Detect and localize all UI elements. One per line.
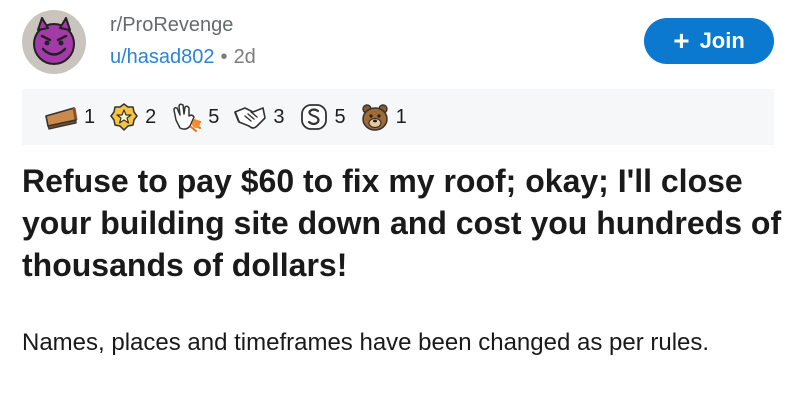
join-button[interactable]: + Join	[644, 18, 774, 64]
award-money-bag[interactable]: 5	[299, 102, 346, 132]
award-bear[interactable]: 1	[360, 102, 407, 132]
star-badge-icon	[110, 103, 138, 131]
post-meta: r/ProRevenge u/hasad802 • 2d	[110, 13, 256, 69]
pie-slice-icon	[45, 107, 78, 130]
award-star-badge[interactable]: 2	[109, 102, 156, 132]
post-age: 2d	[233, 46, 256, 68]
awards-bar[interactable]: 1 2 5 3 5 1	[22, 89, 774, 145]
award-clapping[interactable]: 5	[170, 102, 219, 132]
subreddit-avatar[interactable]	[22, 10, 86, 74]
award-handshake[interactable]: 3	[233, 102, 285, 132]
byline: u/hasad802 • 2d	[110, 45, 256, 69]
handshake-icon	[234, 107, 267, 129]
post-title[interactable]: Refuse to pay $60 to fix my roof; okay; …	[22, 160, 782, 286]
post-header: r/ProRevenge u/hasad802 • 2d + Join	[0, 0, 800, 85]
clapping-hand-icon	[173, 103, 202, 132]
reddit-post-card: r/ProRevenge u/hasad802•2d + Join 1 2	[0, 0, 800, 420]
award-count: 2	[145, 105, 157, 128]
award-count: 5	[334, 105, 346, 128]
award-count: 1	[84, 105, 96, 128]
bear-icon	[361, 104, 388, 131]
author-username[interactable]: u/hasad802	[110, 46, 215, 68]
post-body: Names, places and timeframes have been c…	[22, 329, 710, 356]
subreddit-name[interactable]: r/ProRevenge	[110, 13, 256, 37]
award-count: 5	[208, 105, 220, 128]
devil-face-icon	[33, 17, 75, 65]
award-pie[interactable]: 1	[44, 104, 95, 130]
money-bag-icon	[300, 104, 327, 130]
join-button-label: Join	[699, 28, 745, 53]
award-count: 1	[395, 105, 407, 128]
separator-dot: •	[220, 46, 228, 68]
award-count: 3	[273, 105, 285, 128]
plus-icon: +	[673, 25, 690, 56]
